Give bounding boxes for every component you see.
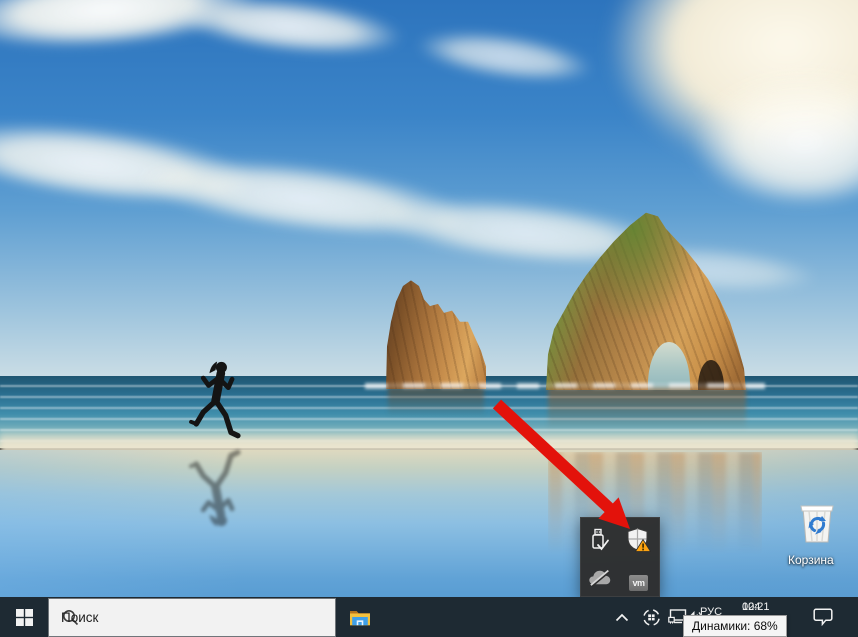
tray-overflow-flyout: vm (580, 517, 660, 597)
desktop-screen: Корзина vm (0, 0, 858, 637)
update-icon (642, 608, 661, 627)
windows-security-icon[interactable] (626, 527, 652, 554)
chevron-up-icon (615, 613, 629, 622)
safely-remove-hardware-icon[interactable] (589, 528, 610, 553)
rock-reflection-sea (548, 388, 746, 430)
start-button[interactable] (0, 597, 48, 637)
recycle-bin-icon[interactable]: Корзина (788, 502, 846, 566)
trash-bin-glyph (795, 502, 839, 546)
notification-bubble-icon (813, 608, 833, 626)
tray-overflow-button[interactable] (608, 597, 636, 637)
file-explorer-button[interactable] (336, 597, 384, 637)
runner-reflection (183, 444, 247, 530)
action-center-button[interactable] (806, 597, 840, 637)
windows-update-tray-icon[interactable] (638, 597, 664, 637)
vmware-tools-icon[interactable]: vm (629, 575, 648, 591)
recycle-bin-label: Корзина (788, 553, 834, 567)
onedrive-offline-icon[interactable] (588, 569, 612, 587)
folder-icon (349, 608, 371, 626)
runner-silhouette (183, 358, 247, 444)
volume-tooltip: Динамики: 68% (683, 615, 787, 637)
search-placeholder: Поиск (61, 610, 98, 625)
search-input[interactable]: Поиск (48, 598, 336, 637)
rock-reflection-sea (388, 388, 484, 416)
clock-date-visible: 024 (742, 600, 761, 614)
windows-logo-icon (16, 609, 33, 626)
